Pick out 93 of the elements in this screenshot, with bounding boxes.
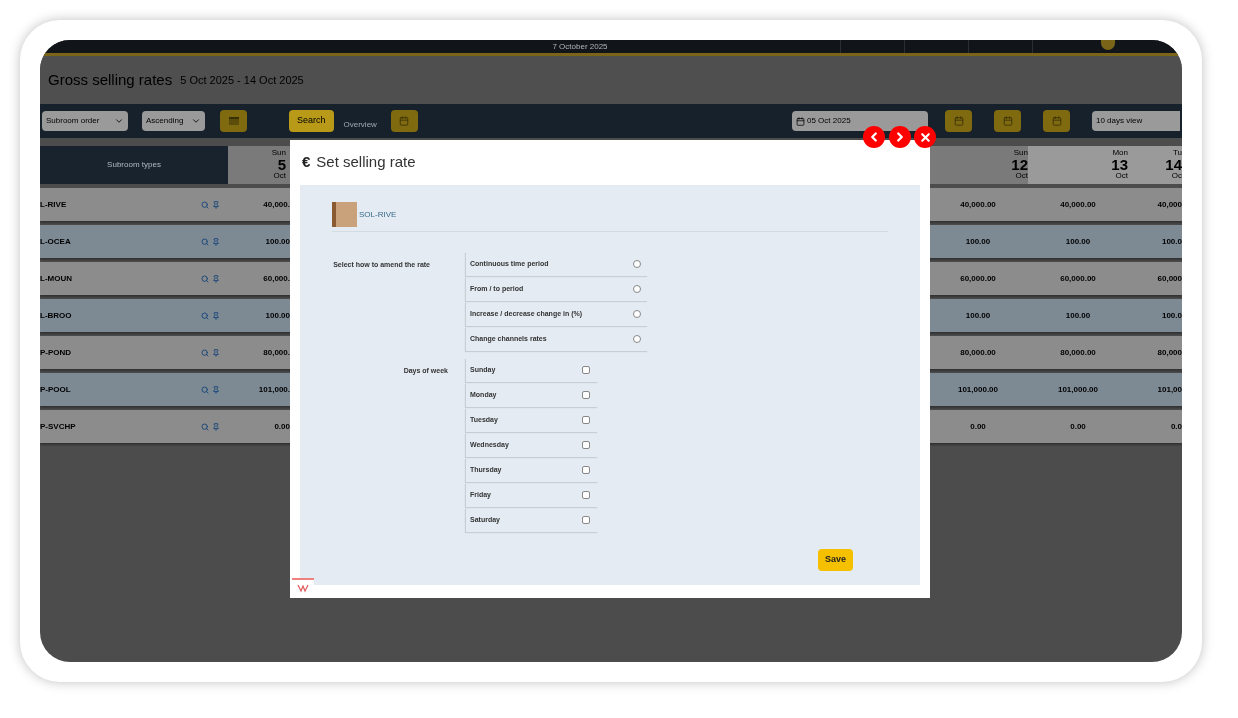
table-cell: 0.00 (1070, 420, 1086, 433)
search-icon[interactable] (201, 385, 209, 394)
date-range: 5 Oct 2025 - 14 Oct 2025 (180, 72, 304, 88)
table-cell: 101,000.00 (1057, 383, 1098, 396)
sort-field-select[interactable]: Subroom order (42, 111, 128, 131)
table-cell: 80,000.00 (1060, 346, 1096, 359)
day-header: Mon 13 Oct (1028, 146, 1128, 184)
table-cell-text: P-SVCHP (40, 420, 77, 433)
calendar-icon (399, 116, 410, 126)
table-cell: 101,000.00 (957, 383, 998, 396)
table-cell: 60,000. (263, 272, 290, 285)
calendar-button[interactable] (1043, 110, 1070, 132)
sort-direction-select[interactable]: Ascending (142, 111, 205, 131)
avatar-icon[interactable] (1100, 40, 1115, 50)
current-date: 7 October 2025 (551, 40, 609, 53)
checkbox[interactable] (582, 391, 590, 399)
checkbox[interactable] (582, 416, 590, 424)
table-cell: 100.00 (265, 309, 290, 322)
table-cell: 80,000.00 (960, 346, 996, 359)
calendar-icon (953, 116, 964, 126)
column-header: Subroom types (40, 146, 228, 184)
table-cell-text: L-MOUN (40, 272, 73, 285)
table-cell: 100.00 (1065, 235, 1091, 248)
checkbox[interactable] (582, 366, 590, 374)
table-cell: 0.0 (1170, 420, 1182, 433)
search-icon[interactable] (201, 422, 209, 431)
day-header: Sun 12 Oct (928, 146, 1028, 184)
search-icon[interactable] (201, 237, 209, 246)
table-cell-text: P-POND (40, 346, 73, 359)
table-cell: 100.0 (1161, 309, 1182, 322)
table-cell: 100.00 (965, 235, 991, 248)
checkbox[interactable] (582, 491, 590, 499)
euro-icon: € (302, 151, 311, 174)
table-cell: 60,000.00 (1060, 272, 1096, 285)
room-photo-placeholder (332, 202, 357, 227)
table-cell-text: L-BROO (40, 309, 73, 322)
checkbox[interactable] (582, 441, 590, 449)
search-icon[interactable] (201, 348, 209, 357)
table-cell: 0.00 (970, 420, 986, 433)
radio-button[interactable] (633, 310, 641, 318)
table-cell: 101,00 (1157, 383, 1182, 396)
day-header: Sun 5 Oct (228, 146, 290, 184)
table-cell: 0.00 (274, 420, 290, 433)
search-icon[interactable] (201, 311, 209, 320)
table-cell: 80,000. (263, 346, 290, 359)
table-cell: 40,000. (263, 198, 290, 211)
pin-icon[interactable] (212, 422, 220, 431)
radio-button[interactable] (633, 335, 641, 343)
pin-icon[interactable] (212, 274, 220, 283)
calendar-button[interactable] (945, 110, 972, 132)
search-button[interactable]: Search (289, 110, 334, 132)
room-link[interactable]: SOL-RIVE (359, 208, 397, 221)
overview-label: Overview (343, 119, 377, 131)
table-cell: 100.0 (1161, 235, 1182, 248)
checkbox[interactable] (582, 466, 590, 474)
page-title: Gross selling rates (48, 69, 173, 90)
table-cell: 100.00 (265, 235, 290, 248)
pin-icon[interactable] (212, 385, 220, 394)
table-cell-text: L-RIVE (40, 198, 68, 211)
pin-icon[interactable] (212, 311, 220, 320)
table-cell: 80,000 (1157, 346, 1182, 359)
radio-button[interactable] (633, 285, 641, 293)
table-cell: 40,000.00 (960, 198, 996, 211)
calendar-button[interactable] (994, 110, 1021, 132)
table-cell: 60,000.00 (960, 272, 996, 285)
radio-button[interactable] (633, 260, 641, 268)
calendar-icon (796, 116, 805, 126)
search-icon[interactable] (201, 200, 209, 209)
day-header: Tu 14 Oc (1128, 146, 1182, 184)
table-cell-text: P-POOL (40, 383, 72, 396)
filter-button[interactable] (220, 110, 247, 132)
calendar-button[interactable] (390, 110, 418, 132)
save-button[interactable]: Save (817, 549, 853, 571)
table-cell: 100.00 (1065, 309, 1091, 322)
table-cell: 100.00 (965, 309, 991, 322)
table-cell: 40,000.00 (1060, 198, 1096, 211)
caret-icon (114, 116, 124, 126)
pin-icon[interactable] (212, 200, 220, 209)
pin-icon[interactable] (212, 237, 220, 246)
calendar-icon (1002, 116, 1013, 126)
search-icon[interactable] (201, 274, 209, 283)
calendar-icon (1051, 116, 1062, 126)
table-cell: 40,000 (1157, 198, 1182, 211)
table-cell: 101,000. (258, 383, 290, 396)
table-cell-text: L-OCEA (40, 235, 72, 248)
pin-icon[interactable] (212, 348, 220, 357)
date-field[interactable]: 05 Oct 2025 (792, 111, 928, 131)
table-cell: 60,000 (1157, 272, 1182, 285)
close-icon (918, 130, 932, 144)
checkbox[interactable] (582, 516, 590, 524)
view-select[interactable]: 10 days view (1092, 111, 1180, 131)
caret-icon (191, 116, 201, 126)
modal-title: Set selling rate (316, 152, 416, 173)
